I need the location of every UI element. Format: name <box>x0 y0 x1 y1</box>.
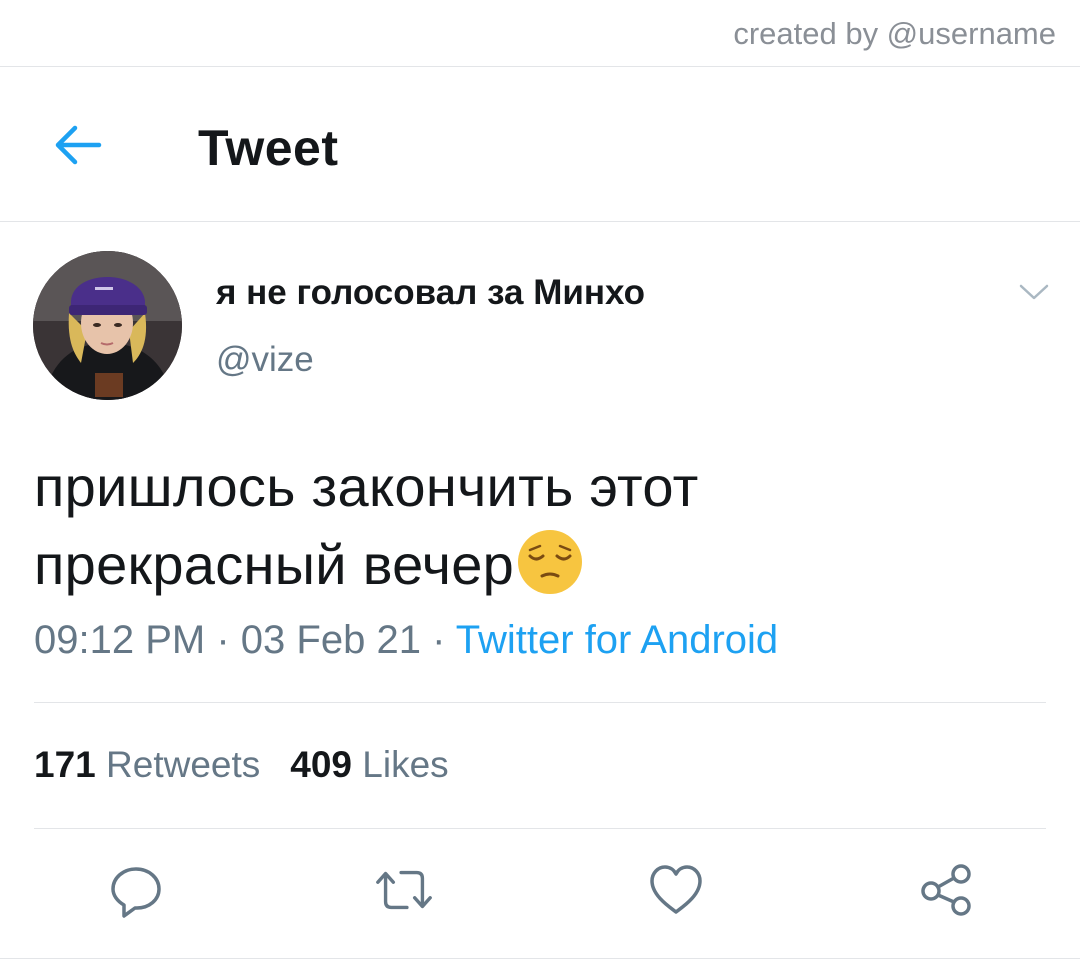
back-button[interactable] <box>50 119 106 171</box>
bottom-divider <box>0 958 1080 959</box>
heart-icon <box>650 865 702 914</box>
tweet-stats: 171 Retweets 409 Likes <box>34 744 449 786</box>
likes-label: Likes <box>362 744 449 785</box>
share-icon <box>921 864 971 916</box>
tweet-text-line-with-emoji: прекрасный вечер <box>34 526 1044 616</box>
avatar-photo <box>33 251 182 400</box>
tweet-time: 09:12 PM <box>34 618 206 662</box>
more-options-button[interactable] <box>1012 276 1056 308</box>
stats-divider-bottom <box>34 828 1046 829</box>
tweet-text-line: пришлось закончить этот <box>34 455 699 518</box>
tweet-source-link[interactable]: Twitter for Android <box>456 618 778 662</box>
retweets-stat[interactable]: 171 Retweets <box>34 744 260 785</box>
meta-separator: · <box>432 618 446 662</box>
pensive-face-emoji <box>516 528 584 616</box>
retweet-icon <box>376 870 432 910</box>
header-divider <box>0 221 1080 222</box>
reply-icon <box>111 867 161 918</box>
tweet-meta: 09:12 PM · 03 Feb 21 · Twitter for Andro… <box>34 618 778 663</box>
avatar[interactable] <box>33 251 182 400</box>
app-header: Tweet <box>0 67 1080 221</box>
chevron-down-icon <box>1019 284 1049 300</box>
arrow-left-icon <box>55 125 102 165</box>
author-display-name[interactable]: я не голосовал за Минхо <box>216 273 645 313</box>
tweet-detail-screen: created by @username Tweet я не голосова… <box>0 0 1080 976</box>
tweet-date: 03 Feb 21 <box>240 618 421 662</box>
watermark-credit: created by @username <box>733 16 1056 51</box>
tweet-text-line: прекрасный вечер <box>34 533 515 596</box>
meta-separator: · <box>216 618 230 662</box>
retweets-label: Retweets <box>106 744 261 785</box>
like-button[interactable] <box>644 858 708 922</box>
page-title: Tweet <box>198 120 339 176</box>
likes-count: 409 <box>290 744 352 785</box>
stats-divider-top <box>34 702 1046 703</box>
tweet-text: пришлось закончить этот прекрасный вечер <box>34 448 1044 616</box>
share-button[interactable] <box>914 858 978 922</box>
author-handle[interactable]: @vize <box>216 340 314 380</box>
retweets-count: 171 <box>34 744 96 785</box>
likes-stat[interactable]: 409 Likes <box>290 744 448 785</box>
tweet-actions <box>0 858 1080 928</box>
reply-button[interactable] <box>104 858 168 922</box>
retweet-button[interactable] <box>372 858 436 922</box>
